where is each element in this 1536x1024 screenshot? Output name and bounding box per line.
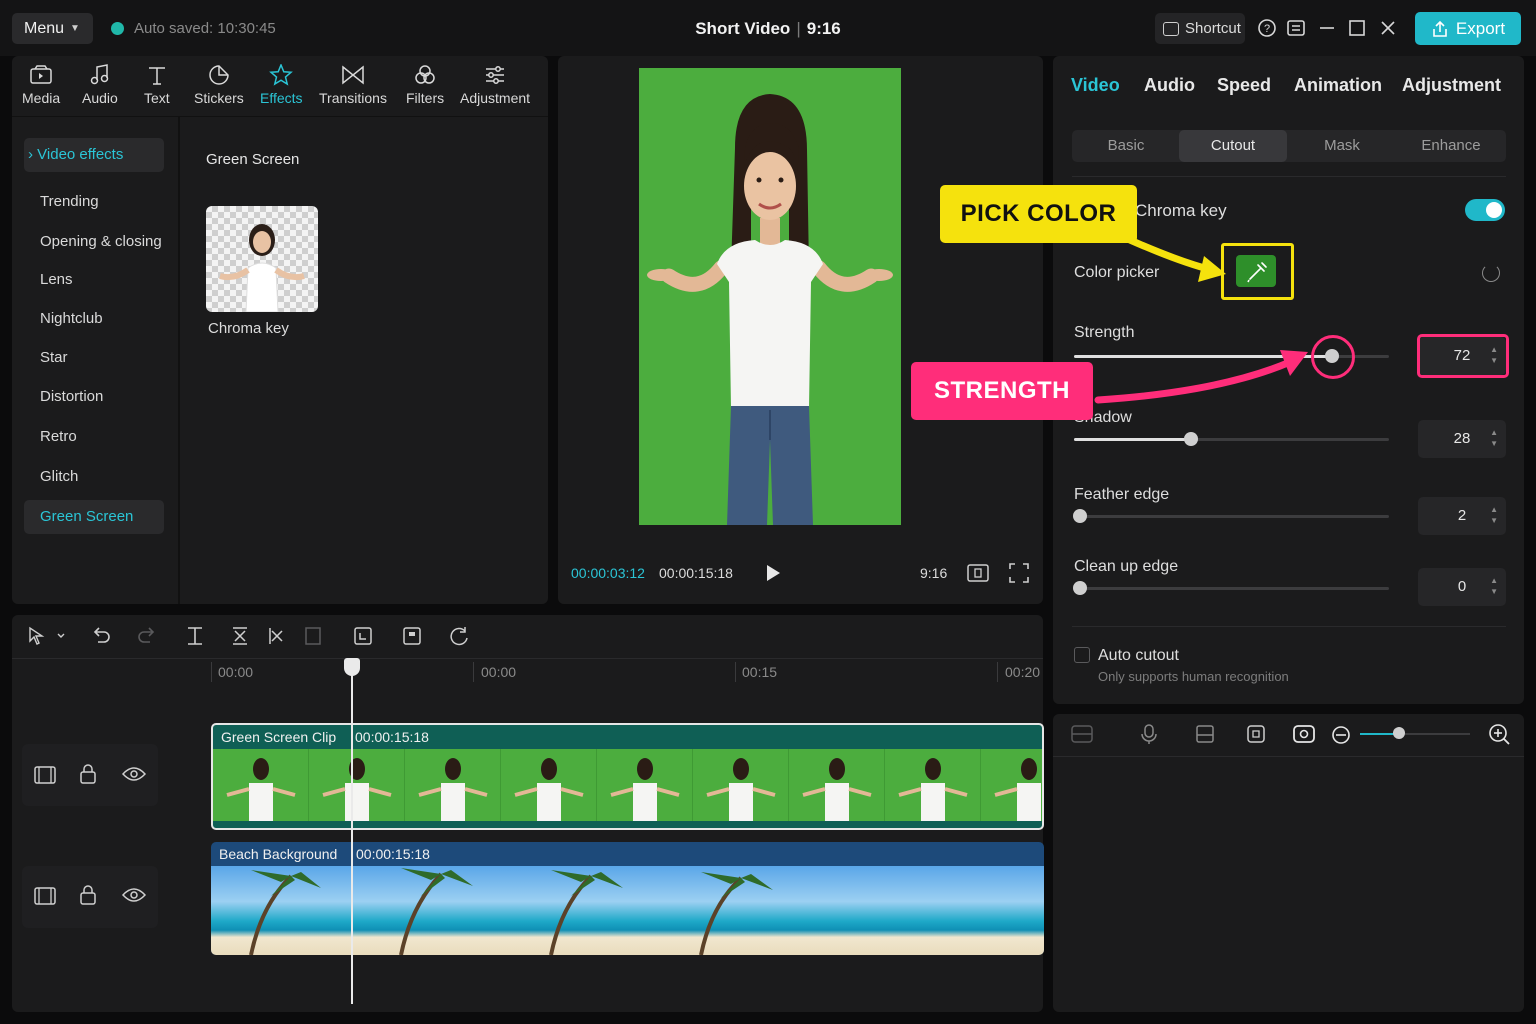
strength-handle-highlight	[1311, 335, 1355, 379]
ruler-tick	[997, 662, 998, 682]
clip-name: Beach Background	[219, 846, 338, 862]
eye-icon[interactable]	[122, 887, 146, 903]
timeline-zoom-slider[interactable]	[1360, 727, 1470, 739]
mirror-icon[interactable]	[401, 625, 423, 652]
film-icon[interactable]	[34, 886, 56, 906]
ruler-tick	[473, 662, 474, 682]
zoom-in-icon[interactable]	[1488, 723, 1510, 745]
ruler-label: 00:15	[742, 664, 778, 680]
preview-axis-icon[interactable]	[1292, 722, 1316, 746]
ruler-label: 00:00	[481, 664, 517, 680]
snap-icon[interactable]	[1245, 723, 1267, 745]
delete-left-icon[interactable]	[229, 625, 251, 652]
track-header-background	[22, 866, 158, 928]
ruler-tick	[211, 662, 212, 682]
strength-value-highlight	[1417, 334, 1509, 378]
ruler-tick	[735, 662, 736, 682]
lock-icon[interactable]	[79, 884, 97, 906]
film-icon[interactable]	[34, 765, 56, 785]
crop-icon[interactable]	[352, 625, 374, 652]
redo-icon[interactable]	[136, 625, 158, 652]
clip-frames	[226, 758, 1041, 821]
beach-background-clip[interactable]: Beach Background 00:00:15:18	[211, 842, 1044, 955]
clip-duration: 00:00:15:18	[356, 846, 430, 862]
clip-name: Green Screen Clip	[221, 729, 337, 745]
lock-icon[interactable]	[79, 763, 97, 785]
pick-color-callout: PICK COLOR	[940, 185, 1137, 243]
zoom-handle[interactable]	[1393, 727, 1405, 739]
track-header-green-screen	[22, 744, 158, 806]
ruler-label: 00:20	[1005, 664, 1041, 680]
eye-icon[interactable]	[122, 766, 146, 782]
freeze-frame-icon[interactable]	[302, 625, 324, 652]
main-track-icon[interactable]	[1194, 723, 1216, 745]
microphone-icon[interactable]	[1138, 723, 1160, 745]
clip-filmstrip	[213, 749, 1042, 821]
divider	[1053, 756, 1524, 757]
palm-tree-frames	[249, 868, 773, 955]
rotate-icon[interactable]	[448, 625, 470, 652]
green-screen-clip[interactable]: Green Screen Clip 00:00:15:18	[211, 723, 1044, 830]
clip-filmstrip	[211, 866, 1044, 955]
ruler-label: 00:00	[218, 664, 254, 680]
zoom-out-icon[interactable]	[1330, 724, 1352, 746]
strength-callout: STRENGTH	[911, 362, 1093, 420]
select-tool-icon[interactable]	[26, 625, 66, 652]
delete-right-icon[interactable]	[266, 625, 288, 652]
split-icon[interactable]	[184, 625, 206, 652]
undo-icon[interactable]	[90, 625, 112, 652]
playhead-handle[interactable]	[344, 658, 360, 676]
timeline-toolbar-divider	[12, 658, 1043, 659]
clip-duration: 00:00:15:18	[355, 729, 429, 745]
link-icon[interactable]	[1070, 723, 1094, 745]
timeline-tools-panel	[1053, 714, 1524, 1012]
playhead[interactable]	[351, 672, 353, 1004]
